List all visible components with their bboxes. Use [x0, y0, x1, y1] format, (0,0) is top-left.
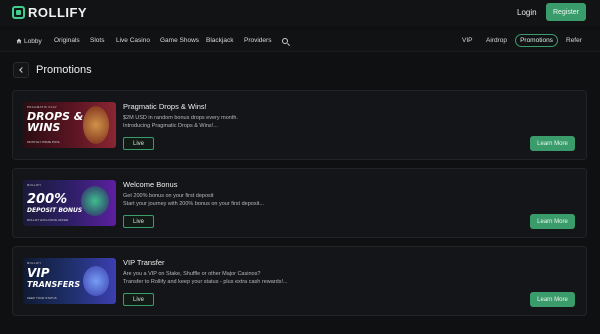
promo-banner-image[interactable]: ROLLIFY VIP TRANSFERS KEEP YOUR STATUS [23, 258, 116, 304]
back-button[interactable] [13, 62, 29, 78]
nav-slots[interactable]: Slots [90, 37, 104, 44]
banner-art [81, 186, 109, 216]
banner-tag: ROLLIFY [27, 261, 42, 265]
nav-live-casino[interactable]: Live Casino [116, 37, 150, 44]
register-button[interactable]: Register [546, 3, 586, 21]
learn-more-button[interactable]: Learn More [530, 214, 575, 229]
promo-banner-image[interactable]: ROLLIFY 200% DEPOSIT BONUS ROLLIFY EXCLU… [23, 180, 116, 226]
promo-card: ROLLIFY 200% DEPOSIT BONUS ROLLIFY EXCLU… [12, 168, 587, 238]
banner-headline: DEPOSIT BONUS [27, 207, 83, 214]
live-status-badge: Live [123, 215, 154, 228]
nav-originals[interactable]: Originals [54, 37, 80, 44]
promo-card: PRAGMATIC PLAY DROPS & WINS MONTHLY PRIZ… [12, 90, 587, 160]
banner-headline: VIP [27, 266, 50, 280]
top-header: ROLLIFY Login Register [0, 0, 600, 26]
home-icon [16, 38, 22, 44]
nav-game-shows[interactable]: Game Shows [160, 37, 199, 44]
learn-more-button[interactable]: Learn More [530, 292, 575, 307]
banner-subtext: KEEP YOUR STATUS [27, 296, 57, 300]
nav-vip[interactable]: VIP [462, 37, 472, 44]
promo-title: Pragmatic Drops & Wins! [123, 102, 207, 111]
nav-providers[interactable]: Providers [244, 37, 271, 44]
promo-description: Get 200% bonus on your first deposit [123, 193, 214, 199]
live-status-badge: Live [123, 293, 154, 306]
chevron-left-icon [19, 67, 25, 73]
nav-lobby[interactable]: Lobby [16, 37, 42, 45]
banner-subtext: ROLLIFY EXCLUSIVE OFFER [27, 218, 69, 222]
search-icon[interactable] [282, 38, 288, 44]
rollify-logo[interactable]: ROLLIFY [12, 5, 87, 20]
login-link[interactable]: Login [517, 8, 537, 17]
promo-description: $2M USD in random bonus drops every mont… [123, 115, 238, 121]
nav-promotions[interactable]: Promotions [515, 34, 558, 47]
nav-airdrop[interactable]: Airdrop [486, 37, 507, 44]
banner-headline: 200% [27, 192, 68, 207]
promo-banner-image[interactable]: PRAGMATIC PLAY DROPS & WINS MONTHLY PRIZ… [23, 102, 116, 148]
promo-description: Are you a VIP on Stake, Shuffle or other… [123, 271, 261, 277]
banner-subtext: MONTHLY PRIZE POOL [27, 140, 61, 144]
logo-text: ROLLIFY [28, 5, 88, 20]
nav-refer[interactable]: Refer [566, 37, 582, 44]
promo-title: Welcome Bonus [123, 180, 178, 189]
promo-description: Start your journey with 200% bonus on yo… [123, 201, 264, 207]
promo-description: Introducing Pragmatic Drops & Wins!... [123, 123, 218, 129]
main-nav: Lobby Originals Slots Live Casino Game S… [0, 30, 600, 52]
nav-lobby-label: Lobby [24, 38, 42, 45]
nav-blackjack[interactable]: Blackjack [206, 37, 233, 44]
promo-title: VIP Transfer [123, 258, 165, 267]
banner-headline: TRANSFERS [27, 280, 81, 289]
banner-art [83, 266, 109, 296]
banner-tag: PRAGMATIC PLAY [27, 105, 58, 109]
live-status-badge: Live [123, 137, 154, 150]
banner-tag: ROLLIFY [27, 183, 42, 187]
banner-art [83, 106, 109, 144]
promo-card: ROLLIFY VIP TRANSFERS KEEP YOUR STATUS V… [12, 246, 587, 316]
logo-icon [12, 6, 25, 19]
learn-more-button[interactable]: Learn More [530, 136, 575, 151]
page-title: Promotions [36, 64, 92, 76]
banner-headline: WINS [27, 121, 61, 134]
promo-description: Transfer to Rollify and keep your status… [123, 279, 288, 285]
